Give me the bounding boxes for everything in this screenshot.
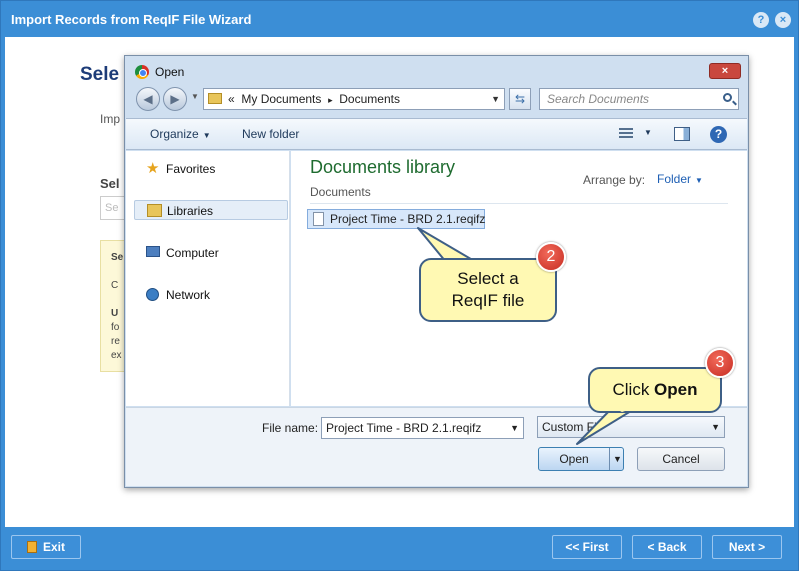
recent-locations-icon[interactable]: ▼ [191, 92, 199, 101]
chevron-down-icon: ▼ [202, 131, 211, 140]
wizard-step-heading: Sele [80, 64, 120, 85]
nav-item-label: Computer [166, 246, 219, 260]
open-button[interactable]: Open ▼ [538, 447, 624, 471]
callout-line: Select a [457, 269, 519, 288]
folder-icon [208, 93, 222, 104]
chevron-down-icon[interactable]: ▼ [613, 448, 622, 470]
new-folder-button[interactable]: New folder [242, 127, 299, 141]
open-label: Open [559, 452, 589, 466]
callout-bold: Open [654, 380, 698, 399]
dialog-toolbar: Organize ▼ New folder ▼ ? [126, 118, 747, 150]
chevron-down-icon: ▼ [695, 176, 703, 185]
library-title: Documents library [310, 157, 456, 177]
views-icon[interactable] [619, 128, 633, 140]
file-name: Project Time - BRD 2.1.reqifz [330, 212, 486, 226]
library-icon [147, 204, 162, 217]
chevron-down-icon[interactable]: ▼ [711, 417, 720, 437]
refresh-icon[interactable]: ⇆ [509, 88, 531, 110]
divider [310, 203, 728, 204]
nav-item-libraries[interactable]: Libraries [134, 200, 288, 220]
navigation-pane: ★ Favorites Libraries Computer Network [126, 151, 290, 406]
nav-item-label: Favorites [166, 162, 216, 176]
step-badge: 3 [705, 348, 735, 378]
arrange-value: Folder [657, 172, 692, 186]
chevron-down-icon[interactable]: ▼ [510, 418, 519, 438]
wizard-intro-text: Imp [100, 112, 121, 126]
next-button[interactable]: Next > [712, 535, 782, 559]
help-icon[interactable]: ? [710, 126, 727, 143]
address-segment[interactable]: My Documents [241, 92, 321, 106]
chevron-down-icon[interactable]: ▼ [491, 89, 500, 109]
forward-arrow-icon[interactable]: ▶ [163, 87, 187, 111]
back-button[interactable]: < Back [632, 535, 702, 559]
address-bar[interactable]: « My Documents ▸ Documents ▼ [203, 88, 505, 110]
dialog-bottom-bar: File name: Project Time - BRD 2.1.reqifz… [126, 407, 747, 486]
callout-line: ReqIF file [451, 291, 525, 310]
close-icon[interactable]: × [775, 12, 791, 28]
organize-label: Organize [150, 127, 199, 141]
dialog-title: Open [155, 65, 185, 79]
help-icon[interactable]: ? [753, 12, 769, 28]
callout-select-file: Select a ReqIF file [419, 258, 557, 322]
library-subtitle: Documents [310, 185, 371, 199]
dialog-close-button[interactable]: × [709, 63, 741, 79]
exit-label: Exit [42, 540, 65, 554]
cancel-button[interactable]: Cancel [637, 447, 725, 471]
callout-click-open: Click Open [588, 367, 722, 413]
nav-item-computer[interactable]: Computer [134, 243, 288, 263]
arrange-by-label: Arrange by: [583, 173, 646, 187]
exit-button[interactable]: Exit [11, 535, 81, 559]
nav-item-favorites[interactable]: ★ Favorites [134, 159, 288, 179]
chevron-down-icon[interactable]: ▼ [644, 128, 652, 137]
nav-item-network[interactable]: Network [134, 285, 288, 305]
file-type-select[interactable]: Custom Fil ▼ [537, 416, 725, 438]
file-name-input[interactable]: Project Time - BRD 2.1.reqifz ▼ [321, 417, 524, 439]
exit-icon [26, 540, 37, 553]
first-button[interactable]: << First [552, 535, 622, 559]
file-icon [313, 212, 324, 226]
address-segment[interactable]: Documents [339, 92, 400, 106]
wizard-select-label: Sel [100, 176, 120, 191]
network-icon [146, 288, 159, 301]
address-prefix: « [228, 92, 235, 106]
wizard-title: Import Records from ReqIF File Wizard [11, 12, 252, 27]
chrome-icon [135, 65, 149, 79]
preview-pane-icon[interactable] [674, 127, 690, 141]
arrange-by-dropdown[interactable]: Folder ▼ [657, 172, 703, 186]
search-icon[interactable] [723, 93, 732, 102]
computer-icon [146, 246, 160, 257]
callout-prefix: Click [612, 380, 655, 399]
file-item[interactable]: Project Time - BRD 2.1.reqifz [307, 209, 485, 229]
nav-item-label: Libraries [167, 204, 214, 218]
chevron-right-icon: ▸ [328, 95, 333, 105]
split-divider [609, 448, 610, 470]
organize-button[interactable]: Organize ▼ [150, 127, 211, 141]
file-type-value: Custom Fil [542, 420, 600, 434]
step-badge: 2 [536, 242, 566, 272]
back-arrow-icon[interactable]: ◀ [136, 87, 160, 111]
star-icon: ★ [146, 160, 160, 177]
file-name-label: File name: [262, 421, 319, 435]
nav-item-label: Network [166, 288, 211, 302]
search-placeholder: Search Documents [547, 92, 650, 106]
search-input[interactable]: Search Documents [539, 88, 739, 110]
file-name-value: Project Time - BRD 2.1.reqifz [326, 421, 482, 435]
